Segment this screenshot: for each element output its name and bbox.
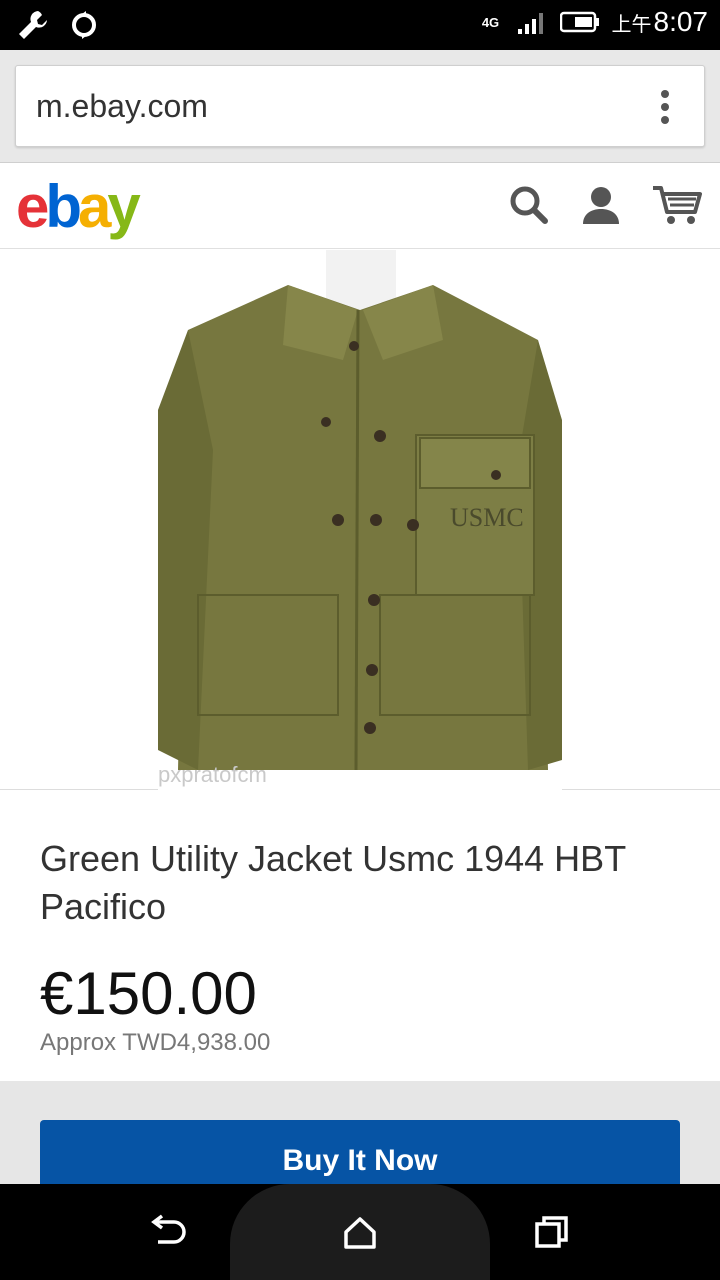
time-prefix: 上午 [611, 14, 652, 36]
overflow-menu-icon[interactable] [660, 90, 670, 124]
browser-toolbar: m.ebay.com [0, 50, 720, 163]
cart-icon[interactable] [652, 184, 702, 226]
approx-price: Approx TWD4,938.00 [40, 1029, 271, 1056]
back-icon[interactable] [148, 1212, 188, 1252]
search-icon[interactable] [508, 184, 550, 226]
usmc-stencil: USMC [450, 503, 524, 532]
product-price: €150.00 [40, 960, 257, 1027]
product-image-gallery[interactable]: USMC pxpratofcm [0, 250, 720, 790]
image-watermark: pxpratofcm [158, 762, 267, 787]
status-bar: 4G 上午 8:07 [0, 0, 720, 50]
navigation-bar [0, 1184, 720, 1280]
product-info: Green Utility Jacket Usmc 1944 HBT Pacif… [0, 791, 720, 1081]
home-icon[interactable] [340, 1212, 380, 1252]
product-title: Green Utility Jacket Usmc 1944 HBT Pacif… [40, 838, 626, 927]
jacket-photo[interactable]: USMC [158, 250, 562, 790]
url-bar[interactable]: m.ebay.com [15, 65, 705, 147]
ebay-logo[interactable]: ebay [16, 172, 141, 241]
clock: 上午 8:07 [612, 6, 709, 38]
url-text[interactable]: m.ebay.com [36, 88, 208, 125]
site-header: ebay [0, 164, 720, 249]
wrench-icon [19, 11, 47, 39]
sync-icon [72, 11, 96, 39]
battery-icon [559, 11, 599, 33]
recent-apps-icon[interactable] [532, 1212, 572, 1252]
purchase-actions: Buy It Now [0, 1081, 720, 1200]
network-type: 4G [481, 14, 500, 30]
time: 8:07 [653, 6, 709, 37]
user-icon[interactable] [580, 184, 622, 226]
signal-icon [517, 13, 543, 34]
